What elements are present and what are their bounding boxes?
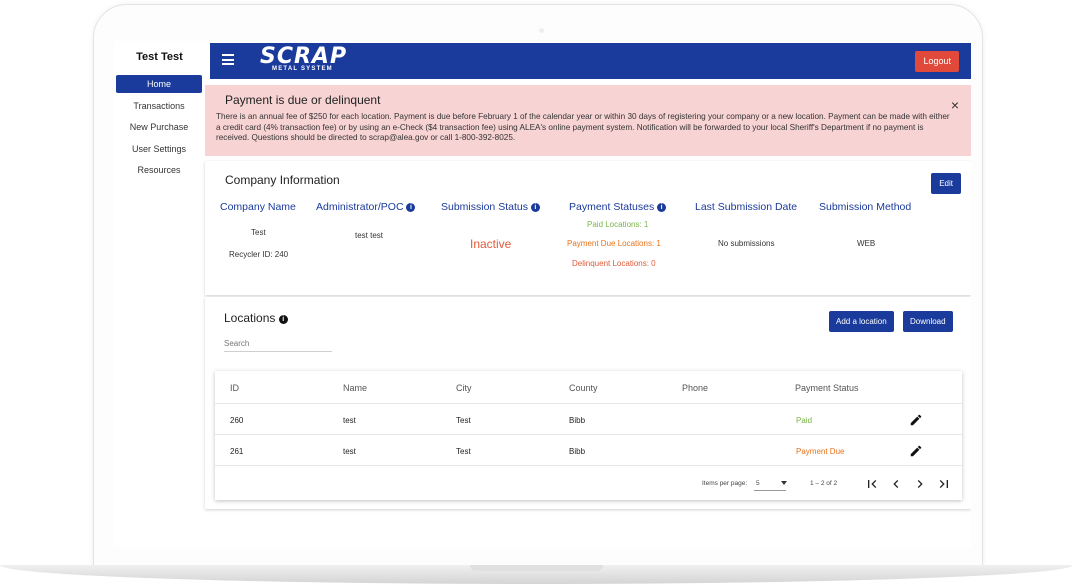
- hamburger-icon[interactable]: [222, 54, 234, 66]
- info-icon[interactable]: i: [278, 315, 288, 324]
- col-payment-statuses-label: Payment Statuses: [569, 201, 655, 213]
- info-icon[interactable]: i: [657, 203, 667, 212]
- col-submission-status-label: Submission Status: [441, 201, 528, 213]
- sidebar-item-transactions[interactable]: Transactions: [116, 97, 202, 115]
- col-administrator-label: Administrator/POC: [316, 201, 404, 213]
- cell-county: Bibb: [569, 416, 586, 425]
- cell-payment-status: Paid: [796, 416, 813, 425]
- submission-status-value: Inactive: [470, 237, 512, 251]
- logo-main-text: SCRAP: [260, 44, 348, 69]
- table-row[interactable]: 261 test Test Bibb Payment Due: [215, 436, 962, 466]
- close-icon[interactable]: ×: [951, 97, 959, 113]
- sidebar-item-home[interactable]: Home: [116, 75, 202, 93]
- payment-due-locations: Payment Due Locations: 1: [567, 239, 661, 248]
- alert-body: There is an annual fee of $250 for each …: [216, 112, 950, 142]
- cell-id: 261: [230, 447, 244, 456]
- cell-id: 260: [230, 416, 244, 425]
- submission-method-value: WEB: [857, 239, 876, 248]
- col-payment-statuses: Payment Statuses i: [569, 201, 667, 213]
- info-icon[interactable]: i: [530, 203, 540, 212]
- items-per-page-label: Items per page:: [702, 480, 748, 487]
- th-id: ID: [230, 383, 239, 393]
- col-submission-status: Submission Status i: [441, 201, 540, 213]
- payment-alert: Payment is due or delinquent × There is …: [205, 85, 971, 156]
- edit-button[interactable]: Edit: [931, 173, 961, 194]
- top-bar: SCRAP METAL SYSTEM Logout: [210, 43, 971, 79]
- first-page-icon[interactable]: [864, 476, 880, 492]
- next-page-icon[interactable]: [912, 476, 928, 492]
- download-button[interactable]: Download: [903, 311, 953, 332]
- cell-payment-status: Payment Due: [796, 447, 845, 456]
- app-logo: SCRAP METAL SYSTEM: [260, 44, 348, 73]
- company-info-title: Company Information: [225, 173, 340, 187]
- cell-county: Bibb: [569, 447, 586, 456]
- th-county: County: [569, 383, 598, 393]
- sidebar-item-new-purchase[interactable]: New Purchase: [116, 118, 202, 136]
- cell-name: test: [343, 447, 356, 456]
- table-row[interactable]: 260 test Test Bibb Paid: [215, 405, 962, 435]
- pencil-icon[interactable]: [909, 413, 923, 427]
- col-last-submission: Last Submission Date: [695, 201, 798, 213]
- th-name: Name: [343, 383, 368, 393]
- add-location-button[interactable]: Add a location: [829, 311, 894, 332]
- logout-button[interactable]: Logout: [915, 51, 959, 72]
- delinquent-locations: Delinquent Locations: 0: [572, 259, 656, 268]
- cell-name: test: [343, 416, 356, 425]
- admin-value: test test: [355, 231, 384, 240]
- prev-page-icon[interactable]: [888, 476, 904, 492]
- col-submission-method: Submission Method: [819, 201, 912, 213]
- col-administrator: Administrator/POC i: [316, 201, 416, 213]
- cell-city: Test: [456, 416, 471, 425]
- locations-title-wrap: Locations i: [224, 311, 288, 325]
- locations-card: Locations i Add a location Download ID N…: [205, 297, 971, 509]
- company-info-card: Company Information Edit Company Name Ad…: [205, 161, 971, 295]
- chevron-down-icon: [781, 481, 787, 485]
- search-input[interactable]: [224, 336, 332, 352]
- device-base-notch: [470, 565, 603, 571]
- locations-table: ID Name City County Phone Payment Status…: [215, 371, 962, 500]
- sidebar-user-name: Test Test: [136, 51, 183, 63]
- sidebar-item-resources[interactable]: Resources: [116, 161, 202, 179]
- col-company-name: Company Name: [220, 201, 296, 213]
- alert-title: Payment is due or delinquent: [225, 93, 381, 107]
- company-name-value: Test: [251, 228, 266, 237]
- table-header: ID Name City County Phone Payment Status: [215, 371, 962, 404]
- sidebar-item-user-settings[interactable]: User Settings: [116, 140, 202, 158]
- locations-title: Locations: [224, 311, 276, 325]
- paginator: Items per page: 5 1 – 2 of 2: [215, 471, 962, 500]
- info-icon[interactable]: i: [406, 203, 416, 212]
- app-screen: Test Test Home Transactions New Purchase…: [114, 41, 971, 547]
- cell-city: Test: [456, 447, 471, 456]
- pencil-icon[interactable]: [909, 444, 923, 458]
- sidebar: Test Test Home Transactions New Purchase…: [114, 41, 205, 547]
- th-payment-status: Payment Status: [795, 383, 859, 393]
- items-per-page-value: 5: [756, 480, 760, 487]
- page-range: 1 – 2 of 2: [810, 480, 838, 487]
- th-phone: Phone: [682, 383, 709, 393]
- device-camera: [539, 28, 544, 33]
- last-page-icon[interactable]: [936, 476, 952, 492]
- th-city: City: [456, 383, 472, 393]
- paid-locations: Paid Locations: 1: [587, 220, 649, 229]
- last-submission-value: No submissions: [718, 239, 775, 248]
- recycler-id: Recycler ID: 240: [229, 250, 289, 259]
